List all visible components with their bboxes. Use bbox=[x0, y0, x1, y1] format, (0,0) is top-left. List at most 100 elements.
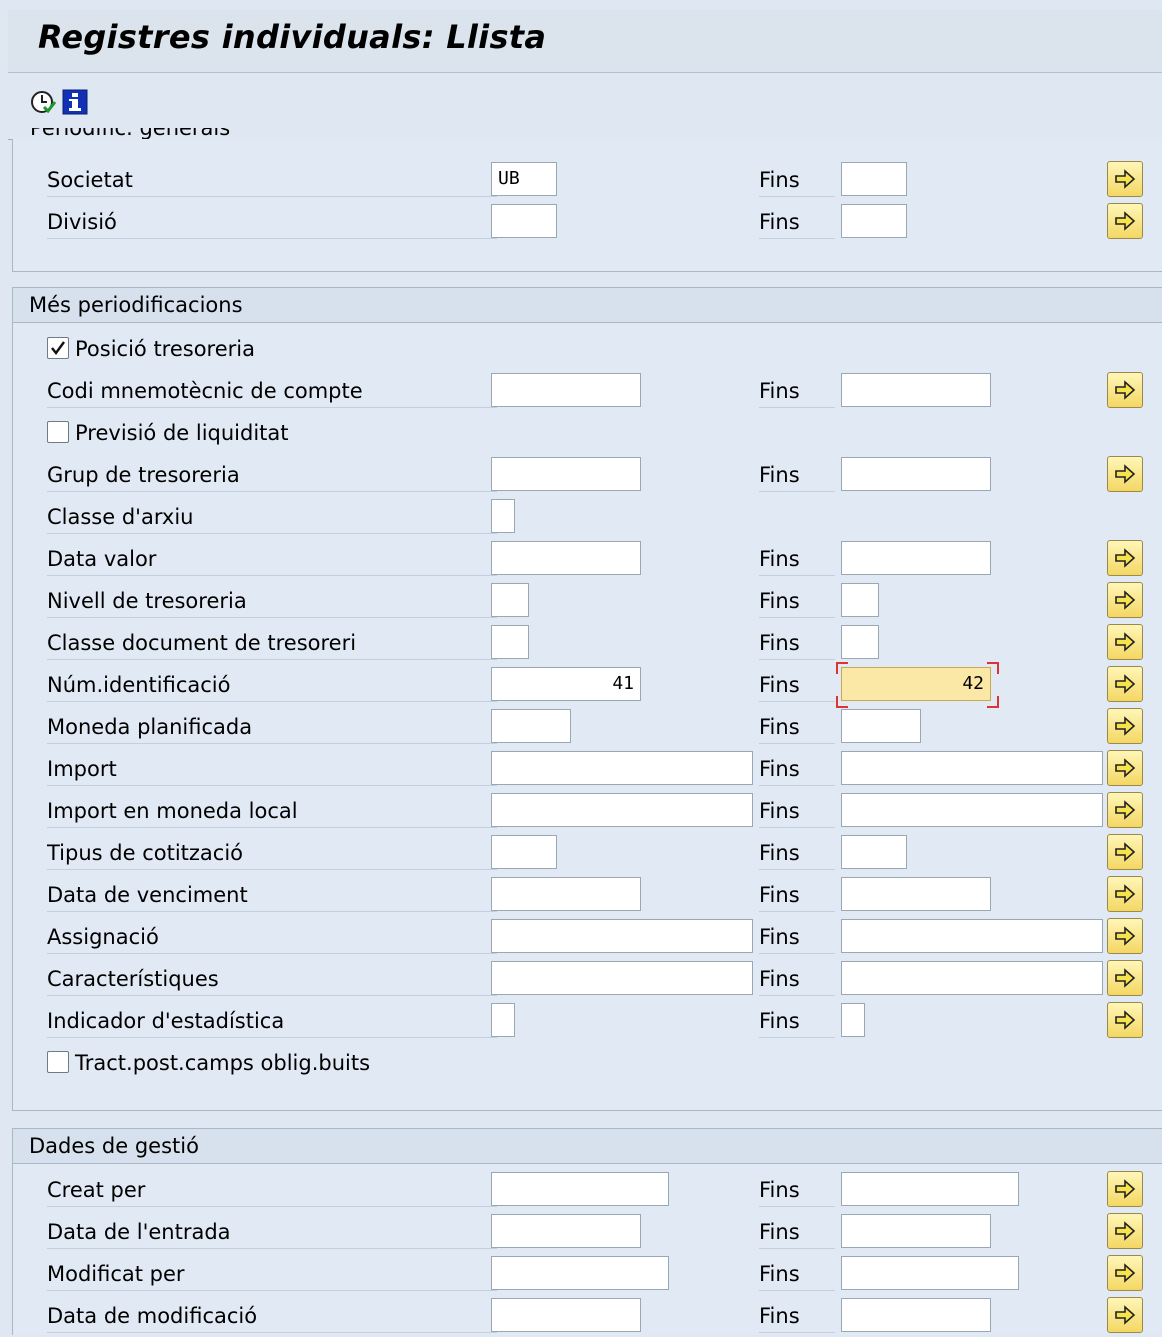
import-local-from-input[interactable] bbox=[491, 793, 753, 827]
tipus-to-input[interactable] bbox=[841, 835, 907, 869]
multiple-selection-button[interactable] bbox=[1107, 750, 1143, 786]
row-import-moneda-local: Import en moneda local Fins bbox=[13, 790, 1162, 832]
import-to-input[interactable] bbox=[841, 751, 1103, 785]
field-label: Divisió bbox=[47, 206, 497, 239]
multiple-selection-button[interactable] bbox=[1107, 918, 1143, 954]
fins-label: Fins bbox=[759, 669, 835, 702]
focus-corner bbox=[836, 662, 848, 674]
caracteristiques-to-input[interactable] bbox=[841, 961, 1103, 995]
multiple-selection-button[interactable] bbox=[1107, 708, 1143, 744]
multiple-selection-button[interactable] bbox=[1107, 540, 1143, 576]
multiple-selection-button[interactable] bbox=[1107, 624, 1143, 660]
multiple-selection-button[interactable] bbox=[1107, 1297, 1143, 1333]
assignacio-from-input[interactable] bbox=[491, 919, 753, 953]
data-valor-to-input[interactable] bbox=[841, 541, 991, 575]
grup-to-input[interactable] bbox=[841, 457, 991, 491]
multiple-selection-button[interactable] bbox=[1107, 203, 1143, 239]
societat-from-input[interactable]: UB bbox=[491, 162, 557, 196]
row-grup-tresoreria: Grup de tresoreria Fins bbox=[13, 454, 1162, 496]
multiple-selection-button[interactable] bbox=[1107, 960, 1143, 996]
row-import: Import Fins bbox=[13, 748, 1162, 790]
num-id-from-input[interactable]: 41 bbox=[491, 667, 641, 701]
assignacio-to-input[interactable] bbox=[841, 919, 1103, 953]
multiple-selection-button[interactable] bbox=[1107, 876, 1143, 912]
creat-per-from-input[interactable] bbox=[491, 1172, 669, 1206]
classe-doc-from-input[interactable] bbox=[491, 625, 529, 659]
import-from-input[interactable] bbox=[491, 751, 753, 785]
multiple-selection-button[interactable] bbox=[1107, 1171, 1143, 1207]
num-id-to-input[interactable]: 42 bbox=[841, 667, 991, 701]
row-nivell-tresoreria: Nivell de tresoreria Fins bbox=[13, 580, 1162, 622]
field-label: Data de modificació bbox=[47, 1300, 497, 1333]
venciment-to-input[interactable] bbox=[841, 877, 991, 911]
field-label: Import bbox=[47, 753, 497, 786]
indicador-to-input[interactable] bbox=[841, 1003, 865, 1037]
row-caracteristiques: Característiques Fins bbox=[13, 958, 1162, 1000]
tract-post-checkbox[interactable] bbox=[47, 1051, 69, 1073]
page-title: Registres individuals: Llista bbox=[38, 18, 547, 56]
venciment-from-input[interactable] bbox=[491, 877, 641, 911]
moneda-to-input[interactable] bbox=[841, 709, 921, 743]
fins-label: Fins bbox=[759, 1005, 835, 1038]
modificat-per-to-input[interactable] bbox=[841, 1256, 1019, 1290]
fins-label: Fins bbox=[759, 627, 835, 660]
multiple-selection-button[interactable] bbox=[1107, 792, 1143, 828]
row-previsio-liquiditat: Previsió de liquiditat bbox=[13, 412, 1162, 454]
multiple-selection-button[interactable] bbox=[1107, 1255, 1143, 1291]
field-label: Creat per bbox=[47, 1174, 497, 1207]
data-modificacio-from-input[interactable] bbox=[491, 1298, 641, 1332]
classe-doc-to-input[interactable] bbox=[841, 625, 879, 659]
tipus-from-input[interactable] bbox=[491, 835, 557, 869]
multiple-selection-button[interactable] bbox=[1107, 161, 1143, 197]
societat-to-input[interactable] bbox=[841, 162, 907, 196]
field-label: Data valor bbox=[47, 543, 497, 576]
grup-from-input[interactable] bbox=[491, 457, 641, 491]
previsio-liquiditat-checkbox[interactable] bbox=[47, 421, 69, 443]
multiple-selection-button[interactable] bbox=[1107, 1213, 1143, 1249]
row-creat-per: Creat per Fins bbox=[13, 1169, 1162, 1211]
field-label: Codi mnemotècnic de compte bbox=[47, 375, 497, 408]
multiple-selection-button[interactable] bbox=[1107, 582, 1143, 618]
codi-to-input[interactable] bbox=[841, 373, 991, 407]
multiple-selection-button[interactable] bbox=[1107, 666, 1143, 702]
multiple-selection-button[interactable] bbox=[1107, 1002, 1143, 1038]
divisio-from-input[interactable] bbox=[491, 204, 557, 238]
field-label: Grup de tresoreria bbox=[47, 459, 497, 492]
sap-screen: Registres individuals: Llista Periodific… bbox=[0, 0, 1162, 1335]
posicio-tresoreria-checkbox[interactable] bbox=[47, 337, 69, 359]
row-tipus-cotitzacio: Tipus de cotització Fins bbox=[13, 832, 1162, 874]
group-title: Més periodificacions bbox=[13, 288, 1162, 323]
multiple-selection-button[interactable] bbox=[1107, 372, 1143, 408]
modificat-per-from-input[interactable] bbox=[491, 1256, 669, 1290]
data-modificacio-to-input[interactable] bbox=[841, 1298, 991, 1332]
nivell-from-input[interactable] bbox=[491, 583, 529, 617]
codi-from-input[interactable] bbox=[491, 373, 641, 407]
creat-per-to-input[interactable] bbox=[841, 1172, 1019, 1206]
execute-clock-icon[interactable] bbox=[30, 89, 57, 115]
field-label: Data de l'entrada bbox=[47, 1216, 497, 1249]
field-label: Tipus de cotització bbox=[47, 837, 497, 870]
fins-label: Fins bbox=[759, 711, 835, 744]
moneda-from-input[interactable] bbox=[491, 709, 571, 743]
indicador-from-input[interactable] bbox=[491, 1003, 515, 1037]
nivell-to-input[interactable] bbox=[841, 583, 879, 617]
row-data-venciment: Data de venciment Fins bbox=[13, 874, 1162, 916]
multiple-selection-button[interactable] bbox=[1107, 456, 1143, 492]
caracteristiques-from-input[interactable] bbox=[491, 961, 753, 995]
import-local-to-input[interactable] bbox=[841, 793, 1103, 827]
row-moneda-planificada: Moneda planificada Fins bbox=[13, 706, 1162, 748]
info-icon[interactable] bbox=[62, 89, 88, 115]
divisio-to-input[interactable] bbox=[841, 204, 907, 238]
multiple-selection-button[interactable] bbox=[1107, 834, 1143, 870]
field-label: Societat bbox=[47, 164, 497, 197]
focus-corner bbox=[987, 662, 999, 674]
data-entrada-to-input[interactable] bbox=[841, 1214, 991, 1248]
fins-label: Fins bbox=[759, 375, 835, 408]
fins-label: Fins bbox=[759, 1216, 835, 1249]
field-label: Classe d'arxiu bbox=[47, 501, 497, 534]
data-entrada-from-input[interactable] bbox=[491, 1214, 641, 1248]
row-data-valor: Data valor Fins bbox=[13, 538, 1162, 580]
field-label: Núm.identificació bbox=[47, 669, 497, 702]
data-valor-from-input[interactable] bbox=[491, 541, 641, 575]
classe-arxiu-input[interactable] bbox=[491, 499, 515, 533]
